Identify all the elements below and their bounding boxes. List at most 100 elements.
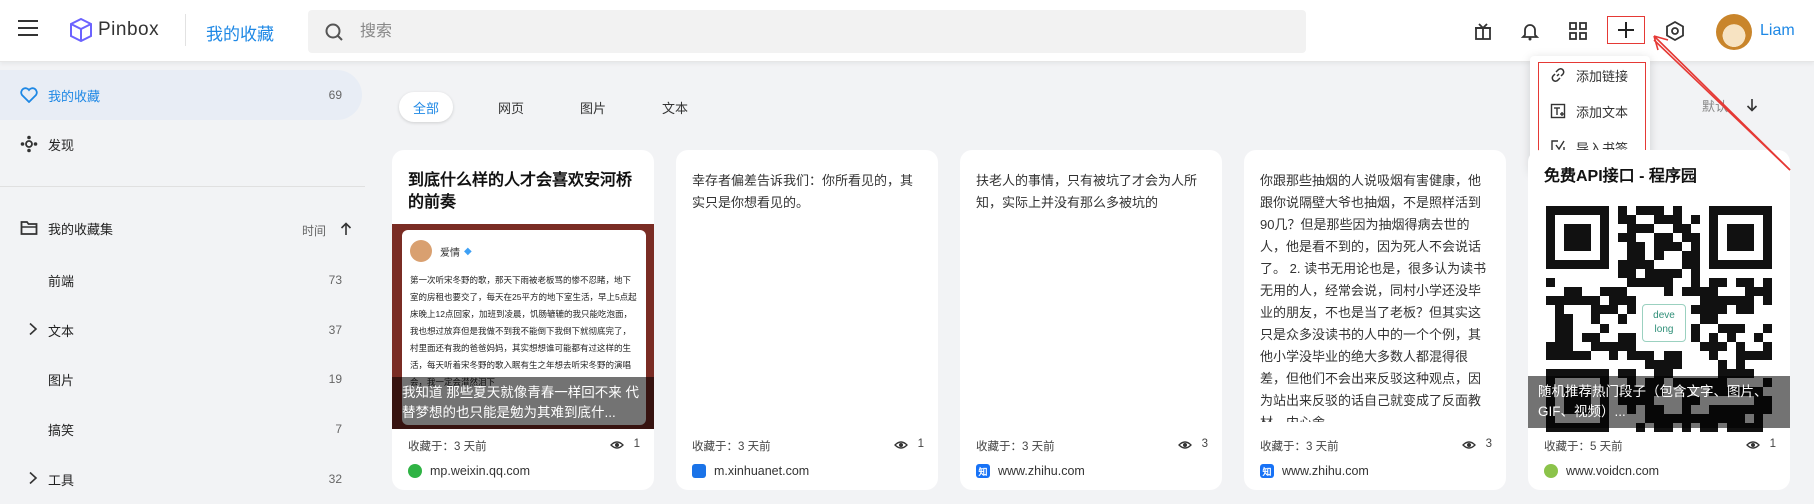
qr-module [1627,278,1637,288]
qr-module [1690,323,1700,333]
view-count: 1 [1769,438,1776,450]
card-domain[interactable]: www.voidcn.com [1544,464,1659,478]
qr-module [1627,224,1637,234]
menu-item-add-text[interactable]: 添加文本 [1550,100,1628,122]
qr-module [1753,287,1763,297]
bell-icon[interactable] [1518,19,1542,43]
card-overlay-text: 随机推荐热门段子（包含文字、图片、GIF、视频）... [1528,376,1790,428]
qr-module [1672,242,1682,252]
qr-module [1735,359,1745,369]
sidebar-item-label: 我的收藏 [48,88,101,104]
sort-dropdown[interactable]: 默认 [1702,96,1728,115]
qr-module [1762,323,1772,333]
sidebar-item-frontend[interactable]: 前端 73 [0,262,350,298]
qr-module [1564,341,1574,351]
avatar[interactable] [1716,14,1752,50]
qr-module [1555,314,1565,324]
post-text: 第一次听宋冬野的歌，那天下雨被老板骂的惨不忍睹，地下室的房租也要交了，每天在25… [410,275,637,387]
sidebar-item-funny[interactable]: 搞笑 7 [0,411,350,447]
tab-text[interactable]: 文本 [648,92,702,122]
menu-item-label: 添加文本 [1576,104,1629,120]
sidebar-item-my-collections[interactable]: 我的收藏 69 [0,77,350,113]
search-bar[interactable] [308,10,1306,53]
qr-module [1735,350,1745,360]
qr-module [1663,269,1673,279]
card-domain[interactable]: 知 www.zhihu.com [976,464,1085,478]
qr-module [1627,305,1637,315]
add-button[interactable] [1607,16,1645,44]
eye-icon [1746,441,1760,449]
qr-module [1726,332,1736,342]
qr-module [1699,314,1709,324]
qr-module [1681,233,1691,243]
verified-icon: ◆ [464,245,472,257]
sidebar-item-discover[interactable]: 发现 [0,126,350,162]
saved-time: 收藏于：3 天前 [692,441,771,453]
qr-module [1690,305,1700,315]
sidebar-item-tools[interactable]: 工具 32 [0,461,350,497]
sort-label[interactable]: 时间 [302,222,326,239]
qr-module [1564,323,1574,333]
qr-module [1546,296,1556,306]
bookmark-card[interactable]: 扶老人的事情，只有被坑了才会为人所知，实际上并没有那么多被坑的 收藏于：3 天前… [960,150,1222,490]
chevron-right-icon[interactable] [28,322,38,336]
card-domain[interactable]: mp.weixin.qq.com [408,464,530,478]
qr-module [1690,332,1700,342]
gift-icon[interactable] [1471,19,1495,43]
qr-module [1663,242,1673,252]
bookmark-card[interactable]: 幸存者偏差告诉我们：你所看见的，其实只是你想看见的。 收藏于：3 天前 1 m.… [676,150,938,490]
sidebar-item-label: 搞笑 [48,422,75,438]
qr-module [1654,359,1664,369]
menu-icon[interactable] [18,20,38,36]
qr-module [1681,287,1691,297]
search-input[interactable] [360,20,1260,44]
qr-module [1600,287,1610,297]
sidebar-item-count: 37 [328,323,342,337]
search-icon [325,23,343,41]
qr-module [1654,215,1664,225]
voidcn-icon [1544,464,1558,478]
menu-item-label: 添加链接 [1576,68,1629,84]
card-text: 扶老人的事情，只有被坑了才会为人所知，实际上并没有那么多被坑的 [976,173,1198,210]
qr-module [1600,305,1610,315]
qr-module [1690,242,1700,252]
sidebar-item-label: 文本 [48,323,75,339]
sidebar-divider [0,186,365,187]
domain-text: www.zhihu.com [998,464,1085,478]
qr-module [1618,296,1628,306]
bookmark-card[interactable]: 到底什么样的人才会喜欢安河桥的前奏 爱情 ◆ 第一次听宋冬野的歌，那天下雨被老板骂… [392,150,654,490]
qr-module [1645,206,1655,216]
qr-module [1708,314,1718,324]
qr-module [1654,278,1664,288]
qr-module [1690,269,1700,279]
tab-images[interactable]: 图片 [566,92,620,122]
pinbox-logo[interactable]: Pinbox [70,18,159,42]
sidebar-item-text[interactable]: 文本 37 [0,312,350,348]
arrow-down-icon[interactable] [1746,98,1758,112]
card-text: 你跟那些抽烟的人说吸烟有害健康，他跟你说隔壁大爷也抽烟，不是照样活到90几？但是… [1260,173,1487,422]
qr-module [1555,341,1565,351]
bookmark-card[interactable]: 你跟那些抽烟的人说吸烟有害健康，他跟你说隔壁大爷也抽烟，不是照样活到90几？但是… [1244,150,1506,490]
card-domain[interactable]: 知 www.zhihu.com [1260,464,1369,478]
qr-module [1627,242,1637,252]
arrow-up-icon[interactable] [340,222,352,236]
sidebar-collection-sets-header[interactable]: 我的收藏集 [0,210,350,246]
sidebar-item-images[interactable]: 图片 19 [0,361,350,397]
bookmark-card[interactable]: 免费API接口 - 程序园 deve long 随机推荐热门段子（包含文字、图片… [1528,150,1790,490]
domain-text: www.zhihu.com [1282,464,1369,478]
eye-icon [1178,441,1192,449]
menu-item-add-link[interactable]: 添加链接 [1550,64,1628,86]
qr-module [1645,224,1655,234]
qr-module [1663,359,1673,369]
card-domain[interactable]: m.xinhuanet.com [692,464,809,478]
qr-module [1717,323,1727,333]
chevron-right-icon[interactable] [28,471,38,485]
apps-grid-icon[interactable] [1566,19,1590,43]
qr-module [1681,224,1691,234]
tab-all[interactable]: 全部 [399,92,454,122]
username[interactable]: Liam [1760,22,1795,40]
tab-webpages[interactable]: 网页 [484,92,538,122]
settings-icon[interactable] [1663,19,1687,43]
qr-module [1735,296,1745,306]
qr-module [1618,206,1628,216]
